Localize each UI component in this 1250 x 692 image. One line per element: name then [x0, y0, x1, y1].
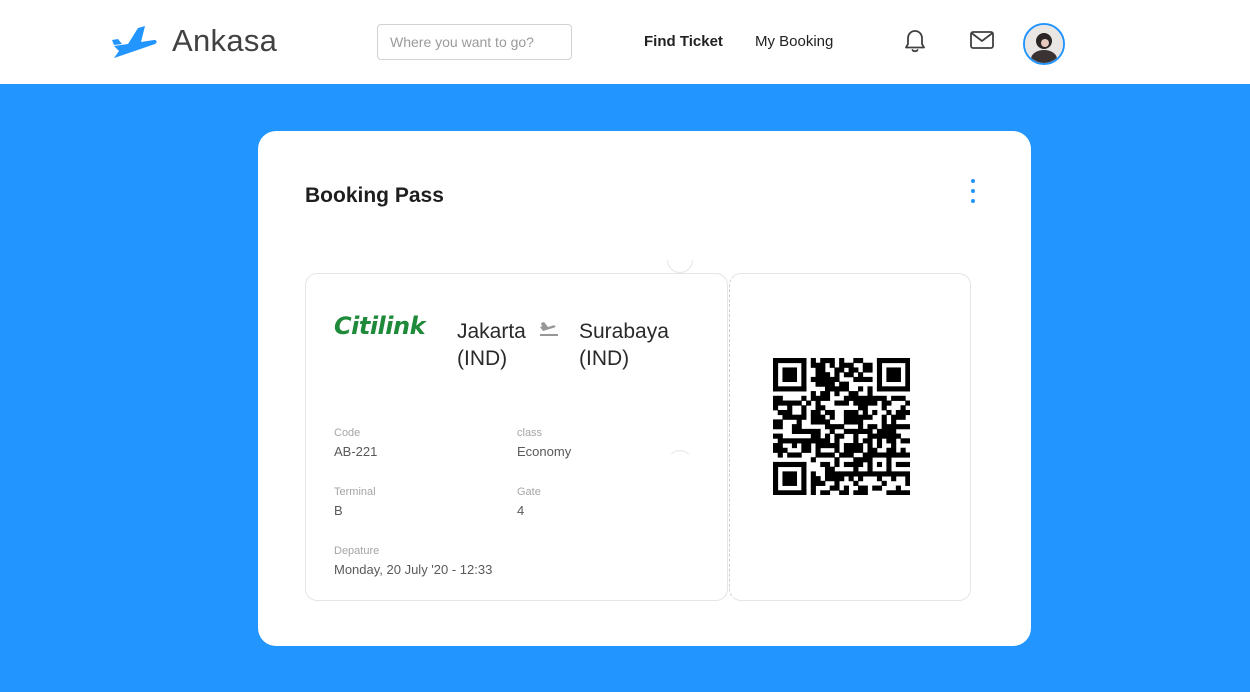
bell-icon[interactable]: [903, 28, 927, 54]
nav-my-booking[interactable]: My Booking: [755, 33, 833, 50]
origin: Jakarta (IND): [457, 318, 526, 372]
origin-code: (IND): [457, 347, 508, 370]
destination-city: Surabaya: [579, 320, 669, 343]
departure-value: Monday, 20 July '20 - 12:33: [334, 562, 493, 577]
kebab-dot: [971, 189, 975, 193]
page-title: Booking Pass: [305, 184, 444, 207]
destination-code: (IND): [579, 347, 630, 370]
avatar[interactable]: [1023, 23, 1065, 65]
gate-label: Gate: [517, 486, 541, 498]
kebab-dot: [971, 179, 975, 183]
kebab-dot: [971, 199, 975, 203]
code-label: Code: [334, 427, 361, 439]
class-label: class: [517, 427, 543, 439]
destination: Surabaya (IND): [579, 318, 669, 372]
departure-label: Depature: [334, 545, 380, 557]
mail-icon[interactable]: [969, 30, 995, 50]
nav-find-ticket[interactable]: Find Ticket: [644, 33, 723, 50]
brand-logo[interactable]: Ankasa: [110, 22, 277, 60]
avatar-photo: [1025, 25, 1063, 63]
terminal-value: B: [334, 503, 343, 518]
code-field: Code AB-221: [334, 427, 377, 459]
qr-panel: [729, 273, 971, 601]
ticket-details: Citilink Jakarta (IND) Surabaya (IND) Co…: [305, 273, 728, 601]
gate-value: 4: [517, 503, 525, 518]
gate-field: Gate 4: [517, 486, 541, 518]
airline-logo: Citilink: [334, 312, 426, 340]
departure-field: Depature Monday, 20 July '20 - 12:33: [334, 545, 492, 577]
airplane-logo-icon: [112, 26, 157, 58]
more-options-icon[interactable]: [966, 177, 980, 205]
search-input[interactable]: [377, 24, 572, 60]
class-value: Economy: [517, 444, 572, 459]
navbar: Ankasa Find Ticket My Booking: [0, 0, 1250, 84]
class-field: class Economy: [517, 427, 571, 459]
qr-code[interactable]: [773, 358, 910, 495]
terminal-field: Terminal B: [334, 486, 376, 518]
flight-direction-icon: [540, 322, 558, 336]
terminal-label: Terminal: [334, 486, 376, 498]
booking-pass-card: Booking Pass Citilink Jakarta (IND) Sura…: [258, 131, 1031, 646]
brand-name: Ankasa: [172, 23, 278, 58]
origin-city: Jakarta: [457, 320, 526, 343]
code-value: AB-221: [334, 444, 378, 459]
